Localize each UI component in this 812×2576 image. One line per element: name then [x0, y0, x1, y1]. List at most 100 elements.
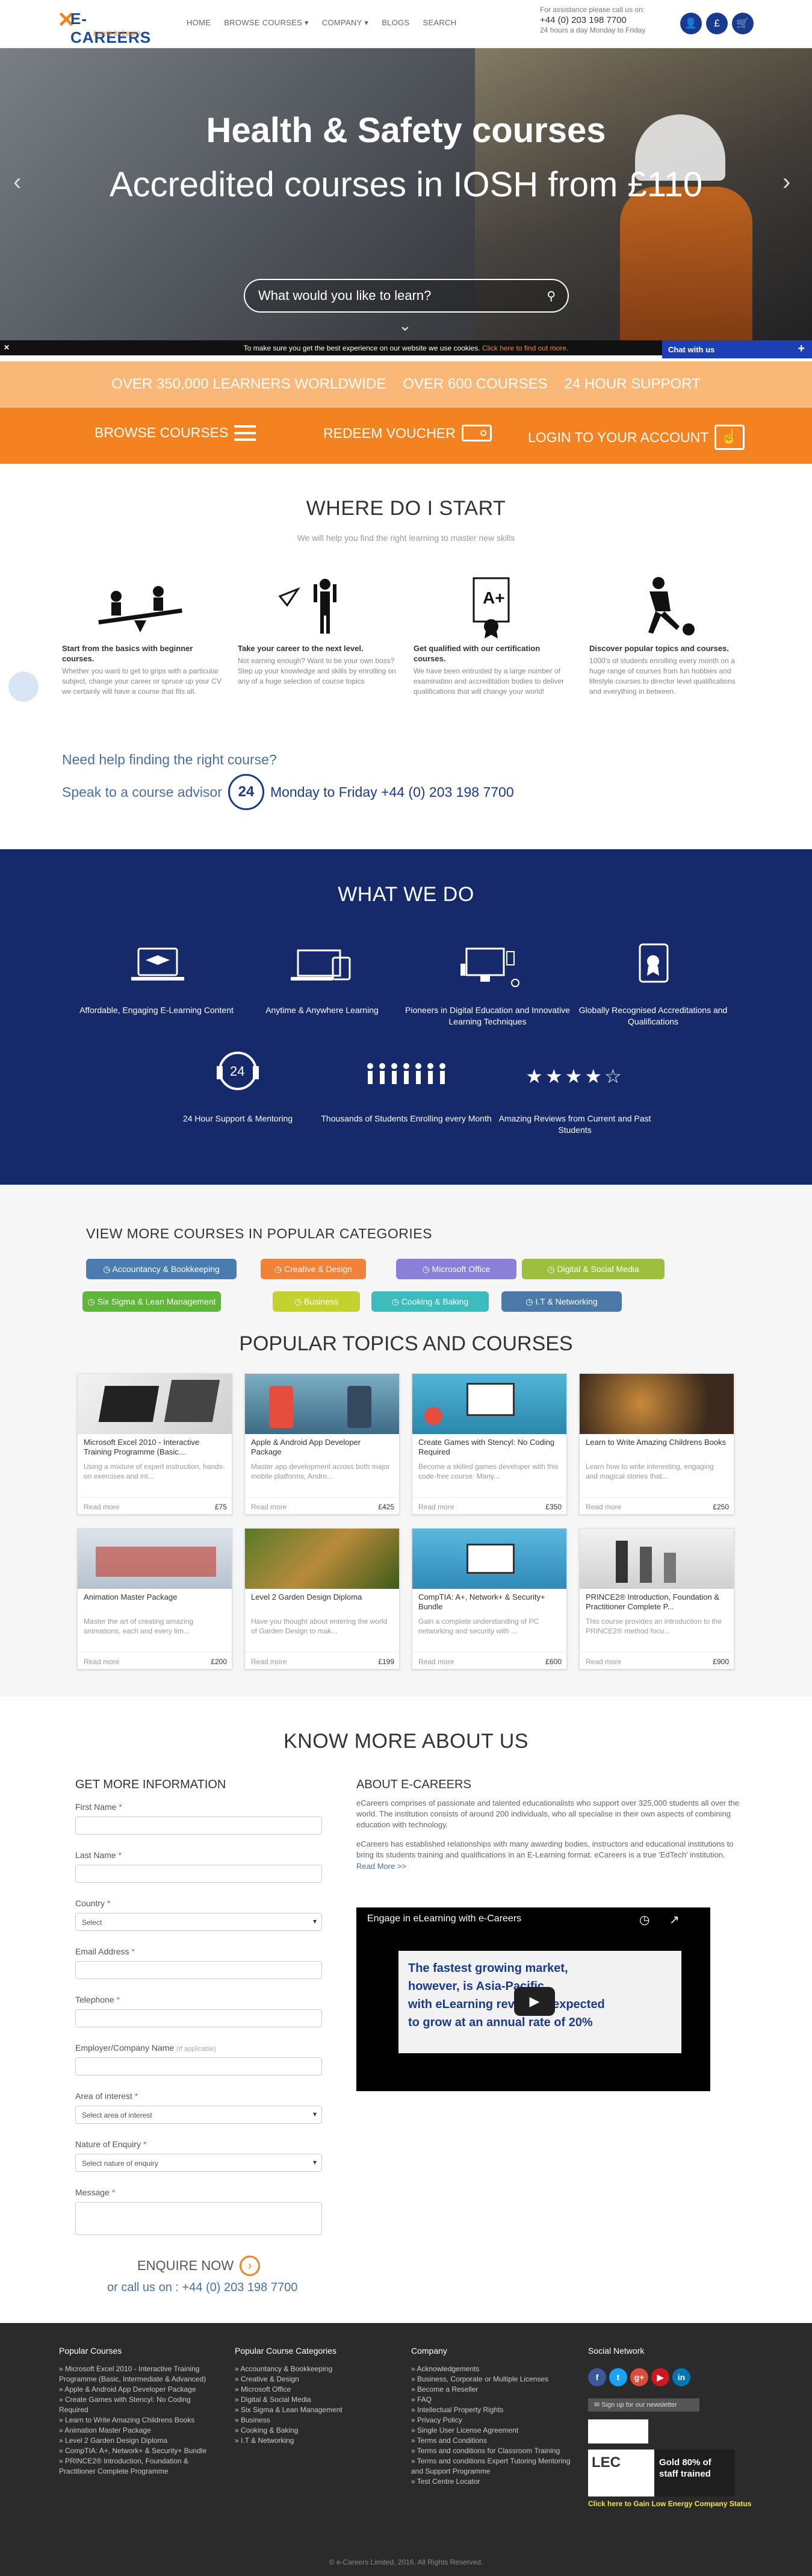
footer-link[interactable]: » Creative & Design: [235, 2374, 391, 2384]
footer-link[interactable]: and Support Programme: [411, 2466, 574, 2477]
footer-link[interactable]: » Business: [235, 2415, 391, 2425]
search-icon[interactable]: ⚲: [547, 288, 556, 304]
nav-search[interactable]: SEARCH: [423, 18, 457, 28]
last-name-input[interactable]: [75, 1865, 322, 1883]
footer-link[interactable]: » Business, Corporate or Multiple Licens…: [411, 2374, 574, 2384]
chat-expand-icon[interactable]: +: [798, 342, 805, 356]
category-creative[interactable]: ◷ Creative & Design: [261, 1259, 366, 1279]
course-card[interactable]: Animation Master Package Master the art …: [77, 1528, 233, 1670]
footer-link[interactable]: » CompTIA: A+, Network+ & Security+ Bund…: [59, 2446, 222, 2456]
read-more-link[interactable]: Read more: [251, 1503, 287, 1511]
course-card[interactable]: CompTIA: A+, Network+ & Security+ Bundle…: [412, 1528, 568, 1670]
category-accountancy[interactable]: ◷ Accountancy & Bookkeeping: [86, 1259, 237, 1279]
advisor-hours[interactable]: Monday to Friday +44 (0) 203 198 7700: [270, 784, 514, 800]
chat-widget[interactable]: Chat with us +: [662, 340, 812, 358]
course-card[interactable]: Learn to Write Amazing Childrens Books L…: [579, 1373, 735, 1515]
enquiry-nature-select[interactable]: Select nature of enquiry: [75, 2154, 322, 2172]
facebook-icon[interactable]: f: [588, 2368, 606, 2386]
nav-browse-courses[interactable]: BROWSE COURSES ▾: [224, 18, 309, 28]
footer-link[interactable]: » Intellectual Property Rights: [411, 2405, 574, 2415]
footer-link[interactable]: » Level 2 Garden Design Diploma: [59, 2436, 222, 2446]
first-name-input[interactable]: [75, 1817, 322, 1835]
footer-link[interactable]: » Terms and Conditions: [411, 2436, 574, 2446]
twitter-icon[interactable]: t: [609, 2368, 627, 2386]
footer-link[interactable]: Programme (Basic, Intermediate & Advance…: [59, 2374, 222, 2384]
newsletter-button[interactable]: ✉ Sign up for our newsletter: [588, 2398, 699, 2412]
footer-link[interactable]: » Privacy Policy: [411, 2415, 574, 2425]
read-more-link[interactable]: Read more: [84, 1658, 119, 1666]
footer-link[interactable]: » Learn to Write Amazing Childrens Books: [59, 2415, 222, 2425]
employer-input[interactable]: [75, 2057, 322, 2075]
footer-link[interactable]: » Digital & Social Media: [235, 2395, 391, 2405]
footer-link[interactable]: » Microsoft Office: [235, 2384, 391, 2395]
read-more-link[interactable]: Read more: [418, 1658, 454, 1666]
svg-text:24: 24: [230, 1064, 244, 1079]
footer-link[interactable]: » Create Games with Stencyl: No Coding R…: [59, 2395, 222, 2415]
browse-courses-button[interactable]: BROWSE COURSES: [95, 425, 256, 441]
category-six-sigma[interactable]: ◷ Six Sigma & Lean Management: [82, 1291, 221, 1312]
course-card[interactable]: Create Games with Stencyl: No Coding Req…: [412, 1373, 568, 1515]
telephone-input[interactable]: [75, 2009, 322, 2027]
read-more-link[interactable]: Read more: [418, 1503, 454, 1511]
footer-link[interactable]: » Test Centre Locator: [411, 2477, 574, 2487]
nav-company[interactable]: COMPANY ▾: [322, 18, 368, 28]
feedback-tab-icon[interactable]: [8, 672, 39, 702]
clock-icon[interactable]: ◷: [639, 1912, 649, 1927]
scroll-down-chevron-icon[interactable]: ⌄: [398, 316, 412, 335]
assist-phone[interactable]: +44 (0) 203 198 7700: [540, 15, 645, 25]
category-business[interactable]: ◷ Business: [273, 1291, 360, 1312]
area-of-interest-select[interactable]: Select area of interest: [75, 2106, 322, 2124]
google-plus-icon[interactable]: g+: [630, 2368, 648, 2386]
site-logo[interactable]: ✕ E-CAREERS Learn to Learn: [57, 6, 166, 46]
pound-icon[interactable]: £: [706, 13, 728, 34]
footer-link[interactable]: » Acknowledgements: [411, 2364, 574, 2374]
read-more-link[interactable]: Read more: [84, 1503, 119, 1511]
footer-link[interactable]: » Accountancy & Bookkeeping: [235, 2364, 391, 2374]
course-card[interactable]: Level 2 Garden Design Diploma Have you t…: [244, 1528, 400, 1670]
what-title: WHAT WE DO: [338, 883, 474, 906]
footer-link[interactable]: » Terms and conditions Expert Tutoring M…: [411, 2456, 574, 2466]
footer-link[interactable]: » Terms and conditions for Classroom Tra…: [411, 2446, 574, 2456]
footer-link[interactable]: » Single User License Agreement: [411, 2425, 574, 2436]
footer-link[interactable]: » Apple & Android App Developer Package: [59, 2384, 222, 2395]
cart-icon[interactable]: 🛒: [732, 13, 754, 34]
user-icon[interactable]: 👤: [680, 13, 702, 34]
footer-link[interactable]: Practitioner Complete Programme: [59, 2466, 222, 2477]
cookie-link[interactable]: Click here to find out more.: [482, 344, 568, 352]
lec-link[interactable]: Click here to Gain Low Energy Company St…: [588, 2500, 751, 2508]
read-more-link[interactable]: Read more: [251, 1658, 287, 1666]
category-microsoft-office[interactable]: ◷ Microsoft Office: [396, 1259, 516, 1279]
course-card[interactable]: Microsoft Excel 2010 - Interactive Train…: [77, 1373, 233, 1515]
message-textarea[interactable]: [75, 2202, 322, 2235]
nav-home[interactable]: HOME: [187, 18, 211, 28]
email-input[interactable]: [75, 1961, 322, 1979]
footer-link[interactable]: » Six Sigma & Lean Management: [235, 2405, 391, 2415]
read-more-link[interactable]: Read more: [586, 1503, 621, 1511]
footer-link[interactable]: » Cooking & Baking: [235, 2425, 391, 2436]
footer-link[interactable]: » Microsoft Excel 2010 - Interactive Tra…: [59, 2364, 222, 2374]
video-player[interactable]: Engage in eLearning with e-Careers ◷ ↗ T…: [356, 1907, 710, 2091]
read-more-link[interactable]: Read More >>: [356, 1862, 751, 1871]
course-card[interactable]: Apple & Android App Developer Package Ma…: [244, 1373, 400, 1515]
youtube-icon[interactable]: ▶: [651, 2368, 669, 2386]
redeem-voucher-button[interactable]: REDEEM VOUCHER: [323, 425, 492, 441]
read-more-link[interactable]: Read more: [586, 1658, 621, 1666]
category-cooking[interactable]: ◷ Cooking & Baking: [371, 1291, 489, 1312]
footer-link[interactable]: » I.T & Networking: [235, 2436, 391, 2446]
country-select[interactable]: Select: [75, 1913, 322, 1931]
enquire-now-button[interactable]: ENQUIRE NOW ›: [137, 2256, 261, 2276]
linkedin-icon[interactable]: in: [672, 2368, 690, 2386]
category-it-networking[interactable]: ◷ I.T & Networking: [501, 1291, 622, 1312]
login-button[interactable]: LOGIN TO YOUR ACCOUNT ☝: [528, 425, 745, 450]
search-input[interactable]: [258, 287, 529, 304]
category-digital-social[interactable]: ◷ Digital & Social Media: [522, 1259, 665, 1279]
footer-link[interactable]: » FAQ: [411, 2395, 574, 2405]
call-us-line[interactable]: or call us on : +44 (0) 203 198 7700: [107, 2281, 297, 2295]
footer-link[interactable]: » Animation Master Package: [59, 2425, 222, 2436]
footer-link[interactable]: » Become a Reseller: [411, 2384, 574, 2395]
footer-link[interactable]: » PRINCE2® Introduction, Foundation &: [59, 2456, 222, 2466]
share-icon[interactable]: ↗: [669, 1912, 680, 1927]
play-button-icon[interactable]: ▶: [514, 1987, 555, 2016]
course-card[interactable]: PRINCE2® Introduction, Foundation & Prac…: [579, 1528, 735, 1670]
nav-blogs[interactable]: BLOGS: [382, 18, 409, 28]
